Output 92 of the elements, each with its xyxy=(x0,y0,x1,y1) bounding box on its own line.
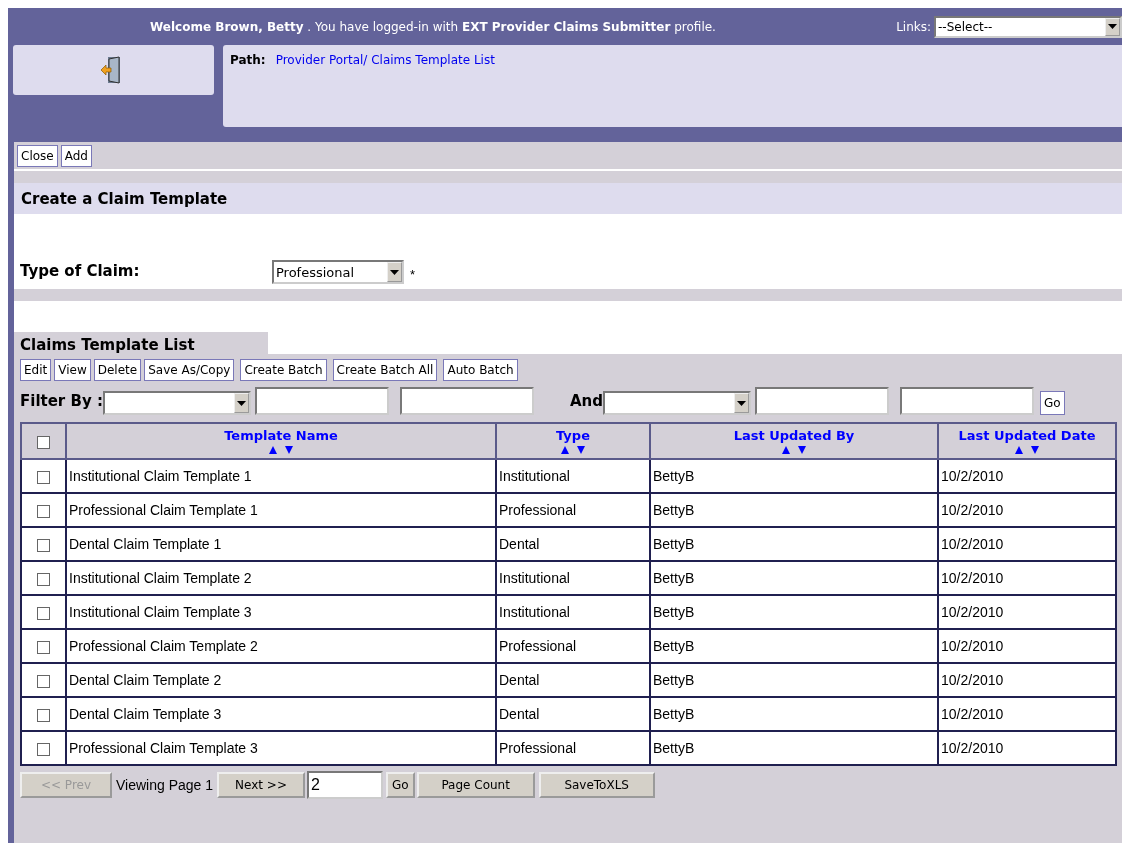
filter-dropdown[interactable] xyxy=(602,391,751,415)
table-cell: Institutional Claim Template 1 xyxy=(69,468,252,484)
table-cell: Professional xyxy=(499,638,577,654)
table-cell: BettyB xyxy=(653,468,695,484)
table-cell: Dental Claim Template 2 xyxy=(69,672,222,688)
table-cell: Professional xyxy=(499,740,577,756)
table-cell: Professional Claim Template 2 xyxy=(69,638,258,654)
row-checkbox[interactable] xyxy=(37,606,50,620)
table-cell: Dental xyxy=(499,706,540,722)
row-checkbox[interactable] xyxy=(37,538,50,552)
list-title: Claims Template List xyxy=(14,332,268,354)
table-cell: BettyB xyxy=(653,638,695,654)
filter-input[interactable] xyxy=(899,387,1034,415)
table-cell: 10/2/2010 xyxy=(941,536,1004,552)
table-cell: 10/2/2010 xyxy=(941,570,1004,586)
table-cell: 10/2/2010 xyxy=(941,706,1004,722)
table-cell: Dental Claim Template 1 xyxy=(69,536,222,552)
action-button[interactable]: Create Batch xyxy=(240,359,327,381)
type-of-claim-label: Type of Claim: xyxy=(20,262,141,282)
table-cell: Professional xyxy=(499,502,577,518)
links-label: Links: xyxy=(896,19,931,34)
table-cell: BettyB xyxy=(653,502,695,518)
row-checkbox[interactable] xyxy=(37,640,50,654)
action-button[interactable]: Edit xyxy=(20,359,52,381)
table-cell: Dental Claim Template 3 xyxy=(69,706,222,722)
page-count-button[interactable]: Page Count xyxy=(416,772,535,798)
viewing-page-text: Viewing Page 1 xyxy=(116,777,214,793)
table-cell: 10/2/2010 xyxy=(941,672,1004,688)
column-header[interactable]: Template Name xyxy=(224,428,338,443)
next-button[interactable]: Next >> xyxy=(217,772,306,798)
caret-icon[interactable] xyxy=(736,400,746,406)
table-cell: BettyB xyxy=(653,604,695,620)
caret-icon[interactable] xyxy=(390,269,399,275)
claim-type-dropdown[interactable]: Professional xyxy=(272,260,404,284)
row-checkbox[interactable] xyxy=(37,572,50,586)
table-cell: 10/2/2010 xyxy=(941,638,1004,654)
column-header[interactable]: Type xyxy=(556,428,590,443)
links-dropdown[interactable]: --Select-- xyxy=(934,15,1122,38)
and-label: And xyxy=(569,392,603,410)
action-button[interactable]: Create Batch All xyxy=(332,359,438,381)
filter-dropdown[interactable] xyxy=(102,391,251,415)
row-checkbox[interactable] xyxy=(37,708,50,722)
section-header: Create a Claim Template xyxy=(14,183,1122,214)
sort-icon[interactable] xyxy=(269,446,293,454)
sort-icon[interactable] xyxy=(1015,446,1039,454)
toolbar-button[interactable]: Add xyxy=(60,144,92,167)
table-cell: 10/2/2010 xyxy=(941,740,1004,756)
caret-icon[interactable] xyxy=(236,400,246,406)
breadcrumb-link[interactable]: Provider Portal/ Claims Template List xyxy=(275,53,495,67)
sort-icon[interactable] xyxy=(561,446,585,454)
row-checkbox[interactable] xyxy=(37,742,50,756)
action-button[interactable]: Auto Batch xyxy=(443,359,518,381)
row-checkbox[interactable] xyxy=(37,504,50,518)
select-all-checkbox[interactable] xyxy=(37,435,50,449)
table-cell: Institutional xyxy=(499,468,570,484)
path-label: Path: xyxy=(230,53,266,67)
table-cell: BettyB xyxy=(653,706,695,722)
table-cell: Dental xyxy=(499,672,540,688)
table-cell: 10/2/2010 xyxy=(941,604,1004,620)
table-cell: BettyB xyxy=(653,570,695,586)
table-cell: Professional Claim Template 3 xyxy=(69,740,258,756)
column-header[interactable]: Last Updated By xyxy=(733,428,855,443)
table-cell: 10/2/2010 xyxy=(941,468,1004,484)
go-button[interactable]: Go xyxy=(386,772,415,798)
table-cell: Institutional Claim Template 3 xyxy=(69,604,252,620)
table-cell: Institutional xyxy=(499,604,570,620)
welcome-message: Welcome Brown, Betty . You have logged-in with EXT Provider Claims Submitter profile. xyxy=(150,19,716,34)
row-checkbox[interactable] xyxy=(37,674,50,688)
required-mark: * xyxy=(410,267,416,284)
row-checkbox[interactable] xyxy=(37,470,50,484)
table-cell: BettyB xyxy=(653,536,695,552)
action-button[interactable]: Delete xyxy=(93,359,142,381)
toolbar-button[interactable]: Close xyxy=(17,144,58,167)
action-button[interactable]: View xyxy=(54,359,91,381)
caret-icon[interactable] xyxy=(1108,24,1117,29)
table-cell: BettyB xyxy=(653,672,695,688)
go-button[interactable]: Go xyxy=(1039,391,1065,415)
filter-input[interactable] xyxy=(254,387,389,415)
save-to-xls-button[interactable]: SaveToXLS xyxy=(538,772,655,798)
table-cell: Institutional Claim Template 2 xyxy=(69,570,252,586)
filter-input[interactable] xyxy=(754,387,889,415)
page-input[interactable]: 2 xyxy=(307,771,384,799)
exit-door-icon[interactable] xyxy=(99,55,122,85)
table-cell: Dental xyxy=(499,536,540,552)
sort-icon[interactable] xyxy=(782,446,806,454)
table-cell: Professional Claim Template 1 xyxy=(69,502,258,518)
filter-label: Filter By : xyxy=(20,392,103,410)
table-cell: 10/2/2010 xyxy=(941,502,1004,518)
action-button[interactable]: Save As/Copy xyxy=(144,359,235,381)
table-cell: BettyB xyxy=(653,740,695,756)
filter-input[interactable] xyxy=(399,387,534,415)
table-cell: Institutional xyxy=(499,570,570,586)
